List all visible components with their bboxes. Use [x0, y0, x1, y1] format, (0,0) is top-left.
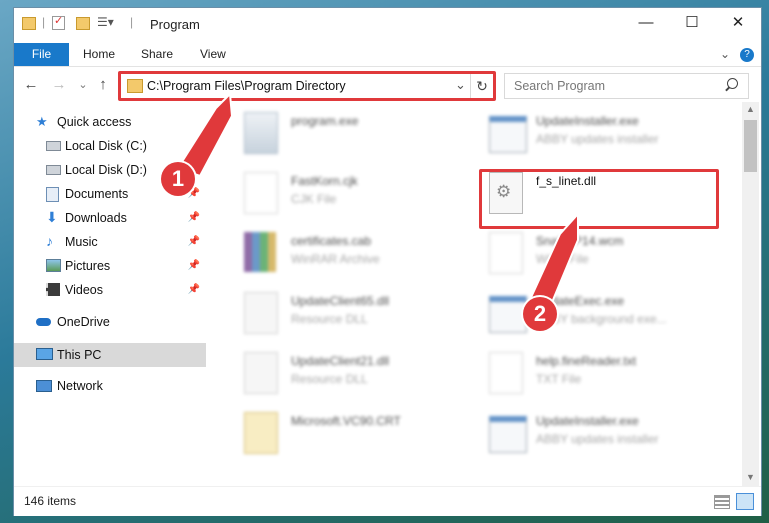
step-marker-2: 2	[523, 297, 557, 331]
annotation-arrows	[176, 91, 579, 314]
step-marker-1: 1	[161, 162, 195, 196]
